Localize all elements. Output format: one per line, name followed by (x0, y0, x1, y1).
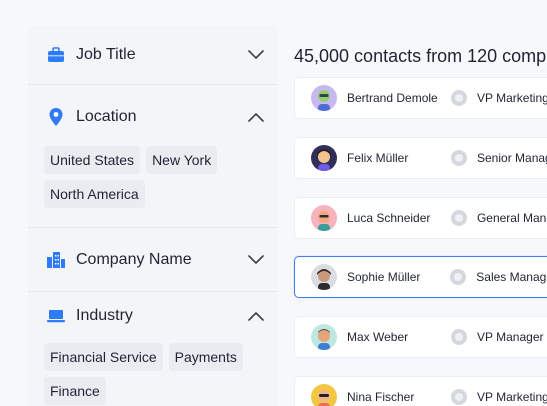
contact-title: VP Manager (477, 330, 544, 344)
contact-name: Max Weber (347, 330, 409, 344)
filter-title: Location (76, 108, 137, 125)
avatar (311, 85, 337, 111)
contact-row[interactable]: Max Weber VP Manager (294, 316, 547, 358)
industry-chips: Financial Service Payments Finance (28, 343, 278, 406)
filter-industry: Industry Financial Service Payments Fina… (28, 292, 278, 406)
avatar (311, 145, 337, 171)
contact-row[interactable]: Felix Müller Senior Manag (294, 137, 547, 179)
contact-title: General Mana (476, 211, 547, 225)
company-logo-icon (451, 150, 467, 166)
laptop-icon (46, 306, 66, 326)
filter-panel: Job Title Location United States New Yor… (28, 26, 278, 406)
filter-chip[interactable]: Financial Service (44, 343, 163, 371)
filter-chip[interactable]: United States (44, 146, 141, 174)
contact-title: VP Marketing (477, 91, 547, 105)
filter-job-title: Job Title (28, 26, 278, 85)
company-logo-icon (450, 210, 467, 226)
chevron-down-icon[interactable] (246, 45, 266, 65)
avatar (311, 205, 337, 231)
avatar (311, 384, 337, 406)
building-icon (46, 250, 66, 270)
chevron-down-icon[interactable] (246, 250, 266, 270)
filter-company-name: Company Name (28, 228, 278, 292)
contact-name: Nina Fischer (347, 390, 415, 404)
contact-row[interactable]: Nina Fischer VP Marketing (294, 376, 547, 406)
filter-chip[interactable]: North America (44, 180, 145, 208)
company-logo-icon (450, 269, 467, 285)
filter-company-name-header[interactable]: Company Name (28, 228, 278, 291)
contact-row[interactable]: Luca Schneider General Mana (294, 197, 547, 239)
filter-industry-header[interactable]: Industry (28, 292, 278, 340)
contact-title: Senior Manag (477, 151, 547, 165)
contact-title: Sales Manage (476, 270, 547, 284)
contact-title: VP Marketing (477, 390, 547, 404)
company-logo-icon (451, 329, 467, 345)
filter-chip[interactable]: New York (146, 146, 218, 174)
filter-job-title-header[interactable]: Job Title (28, 26, 278, 84)
chevron-up-icon[interactable] (246, 306, 266, 326)
contact-row[interactable]: Bertrand Demole VP Marketing (294, 77, 547, 119)
contact-name: Bertrand Demole (347, 91, 438, 105)
filter-title: Job Title (76, 46, 136, 63)
contact-name: Luca Schneider (347, 211, 431, 225)
company-logo-icon (451, 90, 467, 106)
company-logo-icon (451, 389, 467, 405)
contact-name: Felix Müller (347, 151, 409, 165)
avatar (311, 264, 337, 290)
location-chips: United States New York North America (28, 146, 278, 224)
filter-title: Company Name (76, 250, 192, 268)
contact-row-selected[interactable]: Sophie Müller Sales Manage (294, 256, 547, 298)
filter-location-header[interactable]: Location (28, 85, 278, 149)
filter-title: Industry (76, 307, 133, 324)
location-pin-icon (46, 107, 66, 127)
filter-chip[interactable]: Payments (168, 343, 243, 371)
briefcase-icon (46, 45, 66, 65)
chevron-up-icon[interactable] (246, 107, 266, 127)
avatar (311, 324, 337, 350)
results-heading: 45,000 contacts from 120 comp (294, 46, 547, 66)
filter-location: Location United States New York North Am… (28, 85, 278, 228)
contact-name: Sophie Müller (347, 270, 421, 284)
filter-chip[interactable]: Finance (44, 377, 106, 405)
